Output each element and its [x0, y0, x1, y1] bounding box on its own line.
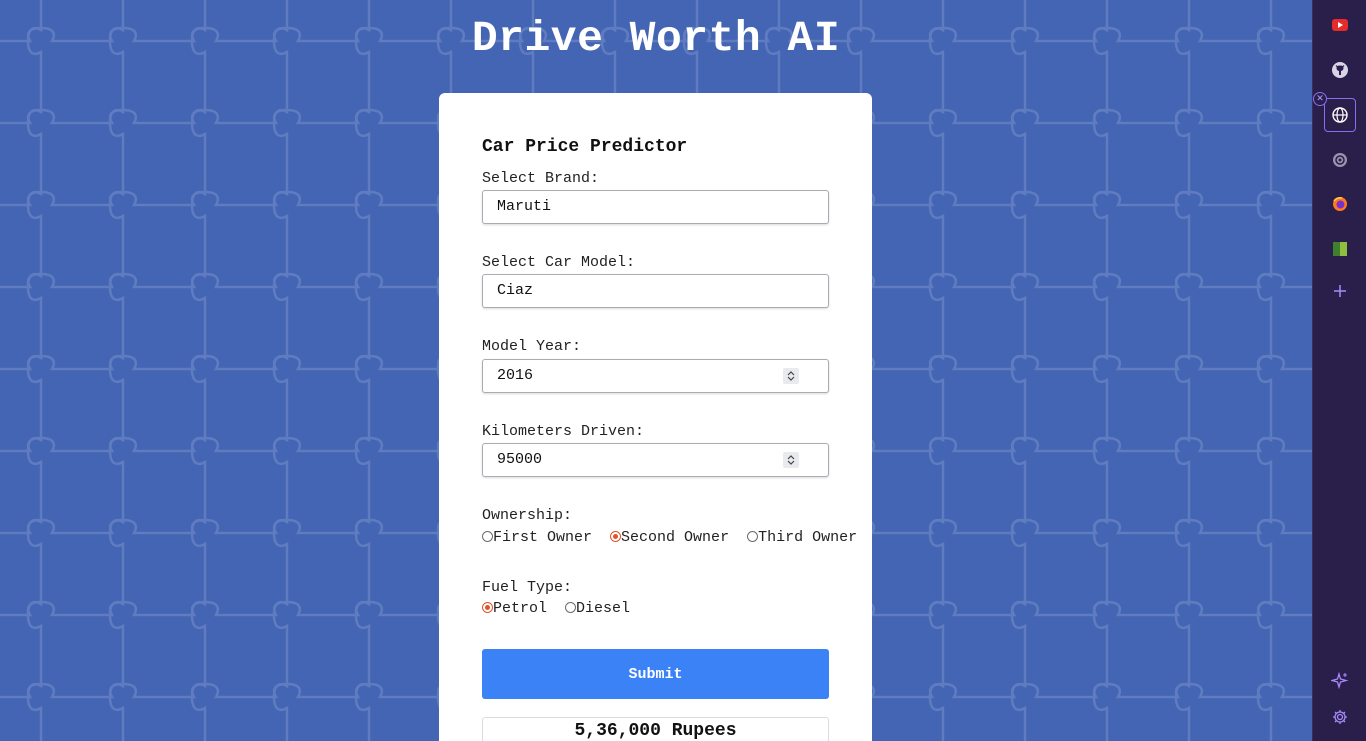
firefox-icon: [1333, 197, 1347, 211]
radio-third-owner[interactable]: [747, 531, 759, 542]
year-spinner[interactable]: [783, 368, 799, 384]
fuel-label: Fuel Type:: [482, 579, 573, 596]
model-label: Select Car Model:: [482, 254, 636, 271]
year-input[interactable]: 2016: [482, 359, 829, 393]
youtube-icon: [1332, 19, 1348, 31]
ownership-second-label: Second Owner: [621, 529, 730, 546]
gear-icon: [1333, 710, 1347, 724]
ownership-label: Ownership:: [482, 507, 573, 524]
brand-label: Select Brand:: [482, 170, 600, 187]
notebook-icon: [1333, 242, 1347, 256]
brand-value: Maruti: [497, 198, 552, 215]
fuel-petrol-option[interactable]: Petrol: [482, 600, 547, 617]
sidebar-item-web[interactable]: [1324, 98, 1356, 132]
sidebar-item-notes[interactable]: [1325, 234, 1355, 264]
app-title: Drive Worth AI: [471, 14, 841, 63]
globe-icon: [1332, 107, 1348, 123]
fuel-diesel-option[interactable]: Diesel: [565, 600, 630, 617]
form-title: Car Price Predictor: [482, 137, 688, 157]
close-icon[interactable]: ✕: [1313, 92, 1327, 106]
km-spinner[interactable]: [783, 452, 799, 468]
year-label: Model Year:: [482, 338, 582, 355]
ownership-first-label: First Owner: [493, 529, 593, 546]
model-value: Ciaz: [497, 282, 534, 299]
submit-button[interactable]: Submit: [482, 649, 829, 699]
predictor-card: Car Price Predictor Select Brand: Maruti…: [439, 93, 872, 741]
model-select[interactable]: Ciaz: [482, 274, 829, 308]
openai-icon: [1333, 153, 1347, 167]
ownership-first-option[interactable]: First Owner: [482, 529, 592, 546]
page-background: Drive Worth AI Car Price Predictor Selec…: [0, 0, 1312, 741]
predicted-price: 5,36,000 Rupees: [482, 717, 829, 741]
spinner-arrows-icon: [787, 455, 795, 465]
sidebar-item-chatgpt[interactable]: [1325, 145, 1355, 175]
radio-petrol[interactable]: [482, 602, 493, 613]
ownership-third-label: Third Owner: [758, 529, 858, 546]
fuel-diesel-label: Diesel: [576, 600, 631, 617]
radio-diesel[interactable]: [565, 602, 577, 613]
year-value: 2016: [497, 367, 534, 384]
fuel-options: Petrol Diesel: [482, 600, 630, 619]
sidebar-add-button[interactable]: [1325, 276, 1355, 306]
km-input[interactable]: 95000: [482, 443, 829, 477]
sidebar-item-github[interactable]: [1325, 55, 1355, 85]
sparkle-icon: [1331, 672, 1349, 690]
km-label: Kilometers Driven:: [482, 423, 645, 440]
sidebar-settings-button[interactable]: [1325, 702, 1355, 732]
ownership-options: First Owner Second Owner Third Owner: [482, 529, 857, 548]
brand-select[interactable]: Maruti: [482, 190, 829, 224]
sidebar-item-youtube[interactable]: [1325, 10, 1355, 40]
github-icon: [1332, 62, 1348, 78]
radio-first-owner[interactable]: [482, 531, 493, 542]
plus-icon: [1334, 285, 1346, 297]
browser-sidebar: [1312, 0, 1366, 741]
km-value: 95000: [497, 451, 543, 468]
fuel-petrol-label: Petrol: [493, 600, 548, 617]
radio-second-owner[interactable]: [610, 531, 622, 542]
sidebar-ai-button[interactable]: [1325, 666, 1355, 696]
spinner-arrows-icon: [787, 371, 795, 381]
sidebar-item-firefox[interactable]: [1325, 189, 1355, 219]
ownership-third-option[interactable]: Third Owner: [747, 529, 857, 546]
ownership-second-option[interactable]: Second Owner: [610, 529, 729, 546]
